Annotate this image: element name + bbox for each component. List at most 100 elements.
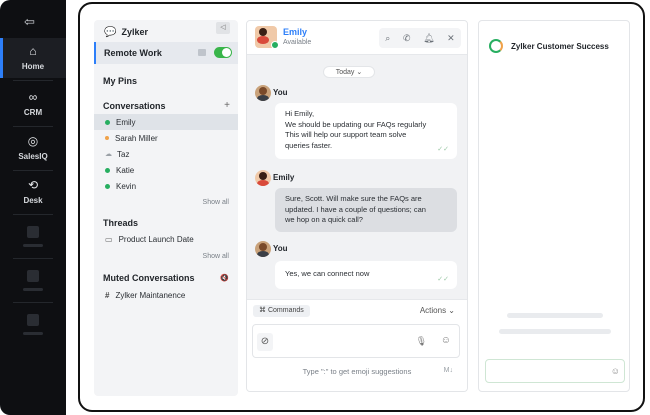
rail-divider: [13, 126, 53, 127]
remote-work-label: Remote Work: [104, 48, 162, 58]
read-receipt-icon: ✓✓: [437, 145, 449, 153]
message-line: This will help our support team solve: [285, 130, 407, 139]
remote-work-toggle[interactable]: [214, 47, 232, 58]
sender-avatar: [255, 85, 271, 101]
online-status-icon: [105, 119, 110, 125]
rail-divider: [13, 302, 53, 303]
date-label: Today: [335, 69, 355, 76]
add-conversation-icon[interactable]: +: [224, 100, 230, 111]
conversation-name: Kevin: [116, 181, 137, 191]
rail-divider: [13, 258, 53, 259]
conversation-item-kevin[interactable]: Kevin: [94, 178, 238, 194]
message-line: We should be updating our FAQs regularly: [285, 119, 427, 129]
threads-show-all-link[interactable]: Show all: [203, 253, 229, 260]
rail-divider: [13, 80, 53, 81]
search-icon[interactable]: ⌕: [385, 33, 390, 44]
message-sender: You: [273, 88, 288, 97]
rail-item-salesiq[interactable]: ◎ SalesIQ: [0, 128, 66, 168]
chevron-down-icon: ⌄: [448, 306, 455, 315]
my-pins-heading[interactable]: My Pins: [103, 76, 137, 86]
rail-item-desk[interactable]: ⟲ Desk: [0, 172, 66, 212]
loading-placeholder: [507, 313, 603, 318]
message-line: Yes, we can connect now: [285, 269, 370, 278]
loading-placeholder: [499, 329, 611, 334]
salesiq-icon: ◎: [27, 134, 39, 148]
rail-item-label: CRM: [23, 108, 43, 117]
threads-heading: Threads: [103, 218, 139, 228]
commands-label: Commands: [267, 307, 304, 314]
right-panel-input[interactable]: ☺: [485, 359, 625, 383]
conversation-item-taz[interactable]: ☁ Taz: [94, 146, 238, 162]
muted-conversations-heading: Muted Conversations: [103, 273, 195, 283]
online-status-icon: [105, 183, 110, 189]
commands-button[interactable]: ⌘ Commands: [253, 305, 310, 317]
rail-placeholder-label: [23, 244, 43, 247]
command-icon: ⌘: [259, 307, 268, 314]
contact-status: Available: [283, 39, 312, 46]
app-name: Zylker: [121, 27, 148, 37]
message-line: updated. I have a couple of questions; c…: [285, 204, 426, 214]
muted-conversation-item[interactable]: # Zylker Maintanence: [94, 287, 238, 303]
online-status-icon: [105, 167, 110, 173]
emoji-hint: Type ":" to get emoji suggestions: [302, 367, 412, 376]
message-bubble[interactable]: Sure, Scott. Will make sure the FAQs are…: [275, 188, 457, 232]
message-sender: You: [273, 244, 288, 253]
message-bubble[interactable]: Hi Emily, We should be updating our FAQs…: [275, 103, 457, 159]
message-line: we hop on a quick call?: [285, 215, 363, 224]
message-bubble[interactable]: Yes, we can connect now ✓✓: [275, 261, 457, 289]
calendar-icon[interactable]: [198, 49, 206, 56]
sidebar: 💬 Zylker ◁ Remote Work My Pins Conversat…: [94, 20, 238, 396]
date-divider[interactable]: Today ⌄: [323, 66, 375, 78]
collapse-sidebar-icon[interactable]: ◁: [216, 22, 230, 34]
chat-panel: Emily Available ⌕ ✆ 🔔︎ ✕ Today ⌄ You Hi …: [246, 20, 468, 392]
rail-placeholder-icon: [27, 226, 39, 238]
rail-placeholder-label: [23, 288, 43, 291]
channel-hash-icon: #: [105, 290, 110, 300]
chevron-down-icon: ⌄: [356, 69, 363, 76]
rail-item-home[interactable]: ⌂ Home: [0, 38, 66, 78]
right-panel-title: Zylker Customer Success: [511, 42, 609, 51]
conversation-item-katie[interactable]: Katie: [94, 162, 238, 178]
right-panel: Zylker Customer Success ☺: [478, 20, 630, 392]
conversation-item-sarah-miller[interactable]: Sarah Miller: [94, 130, 238, 146]
emoji-icon[interactable]: ☺: [441, 335, 451, 346]
sender-avatar: [255, 241, 271, 257]
actions-dropdown[interactable]: Actions ⌄: [420, 306, 455, 315]
chat-header-tools: ⌕ ✆ 🔔︎ ✕: [379, 28, 461, 48]
rail-placeholder-label: [23, 332, 43, 335]
sender-avatar: [255, 170, 271, 186]
brand: 💬 Zylker: [104, 24, 148, 40]
emoji-icon[interactable]: ☺: [611, 366, 620, 376]
attachment-icon[interactable]: ⊘: [257, 333, 273, 351]
thread-icon: ▭: [105, 234, 113, 244]
microphone-icon[interactable]: 🎙︎: [416, 336, 427, 347]
bell-icon[interactable]: 🔔︎: [423, 33, 434, 44]
rail-item-label: Desk: [23, 196, 43, 205]
conversation-item-emily[interactable]: Emily: [94, 114, 238, 130]
contact-name[interactable]: Emily: [283, 27, 307, 37]
muted-conversation-name: Zylker Maintanence: [115, 290, 186, 300]
message-line: Sure, Scott. Will make sure the FAQs are: [285, 194, 422, 203]
message-sender: Emily: [273, 173, 295, 182]
chat-header: Emily Available ⌕ ✆ 🔔︎ ✕: [247, 21, 467, 55]
rail-item-crm[interactable]: ∞ CRM: [0, 84, 66, 124]
crm-icon: ∞: [28, 90, 38, 104]
thread-item[interactable]: ▭ Product Launch Date: [94, 231, 238, 247]
thread-name: Product Launch Date: [118, 234, 194, 244]
close-icon[interactable]: ✕: [447, 33, 455, 44]
phone-icon[interactable]: ✆: [403, 33, 411, 44]
offline-status-icon: ☁: [105, 151, 112, 158]
read-receipt-icon: ✓✓: [437, 275, 449, 283]
conversations-show-all-link[interactable]: Show all: [203, 199, 229, 206]
menu-icon[interactable]: ⇦: [24, 14, 40, 29]
message-line: Hi Emily,: [285, 109, 315, 118]
rail-divider: [13, 170, 53, 171]
remote-work-item[interactable]: Remote Work: [94, 42, 238, 64]
online-status-icon: [271, 41, 279, 49]
actions-label: Actions: [419, 306, 447, 315]
customer-success-logo-icon: [489, 39, 503, 53]
markdown-icon[interactable]: M↓: [444, 367, 453, 374]
mute-icon: 🔇: [220, 275, 229, 282]
message-input[interactable]: ⊘ 🎙︎ ☺: [252, 324, 460, 358]
app-rail: ⇦ ⌂ Home ∞ CRM ◎ SalesIQ ⟲ Desk: [0, 0, 66, 415]
